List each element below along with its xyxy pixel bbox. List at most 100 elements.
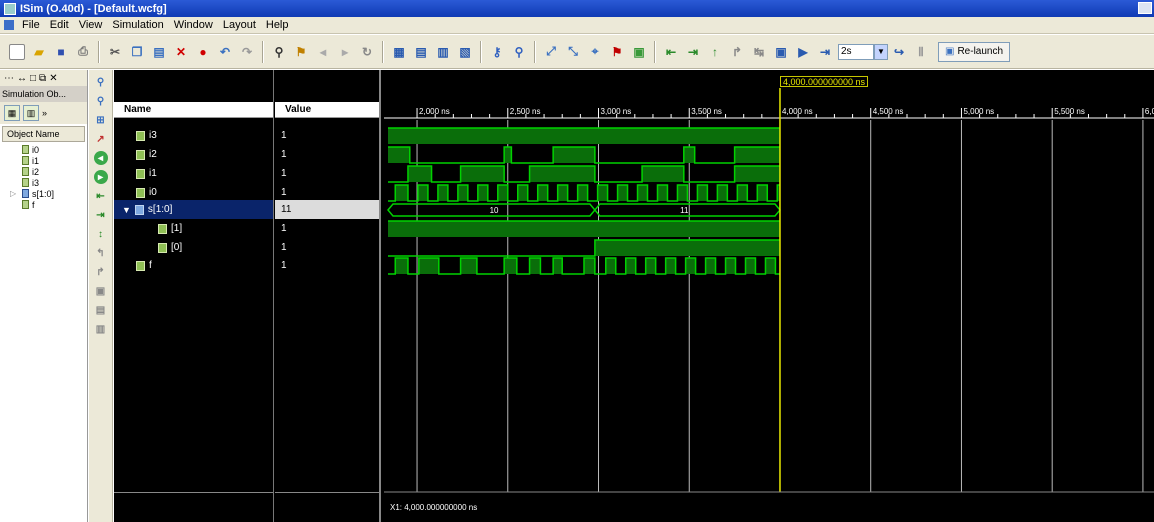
float-icon[interactable]: ▣ (94, 284, 108, 298)
signal-row-f[interactable]: f (114, 256, 273, 275)
signal-row-s1[interactable]: [1] (114, 219, 273, 238)
new-file-icon[interactable] (9, 43, 25, 60)
snap-icon[interactable]: ↱ (94, 265, 108, 279)
panel-maximize-icon[interactable]: □ (30, 73, 36, 84)
panel-menu-icon[interactable]: ⋯ (4, 73, 14, 84)
previous-transition-icon[interactable]: ↑ (707, 44, 723, 60)
tick-label: 6,000 (1145, 107, 1154, 116)
find-icon[interactable]: ⚲ (271, 44, 287, 60)
run-all-icon[interactable]: ▶ (795, 44, 811, 60)
signal-row-s0[interactable]: [0] (114, 238, 273, 257)
break-icon[interactable]: Ⅱ (913, 44, 929, 60)
swap-cursors-icon[interactable]: ↹ (751, 44, 767, 60)
object-name-column-header[interactable]: Object Name (2, 126, 85, 142)
expand-icon[interactable]: ▷ (10, 189, 16, 198)
go-to-time-zero-icon[interactable]: ⇤ (663, 44, 679, 60)
previous-marker-icon[interactable]: ◂ (93, 151, 108, 165)
restart-icon[interactable]: ▣ (773, 44, 789, 60)
zoom-fit-icon[interactable]: ⊞ (94, 113, 108, 127)
zoom-full-icon[interactable]: ⤡ (565, 44, 581, 60)
save-icon[interactable]: ■ (53, 44, 69, 60)
forward-icon[interactable]: ▸ (337, 44, 353, 60)
collapse-icon[interactable]: ▼ (122, 205, 131, 215)
next-transition-icon[interactable]: ↱ (729, 44, 745, 60)
swap-icon[interactable]: ↰ (94, 246, 108, 260)
new-divider-icon[interactable]: ▤ (413, 44, 429, 60)
minimize-button[interactable] (1138, 2, 1152, 14)
copy-icon[interactable]: ❐ (129, 44, 145, 60)
panel-close-icon[interactable]: ✕ (49, 73, 57, 84)
object-item-s[interactable]: ▷ s[1:0] (0, 188, 87, 199)
object-item-i3[interactable]: i3 (0, 177, 87, 188)
signal-row-i3[interactable]: i3 (114, 126, 273, 145)
wave-high-fill-f (553, 258, 563, 274)
panel-restore-icon[interactable]: ↔ (17, 73, 27, 84)
object-item-f[interactable]: f (0, 199, 87, 210)
hierarchy-tab-icon[interactable]: ▦ (4, 105, 20, 121)
zoom-fit-icon[interactable]: ⤢ (543, 44, 559, 60)
signal-row-i1[interactable]: i1 (114, 164, 273, 183)
next-marker-icon[interactable]: ▸ (93, 170, 108, 184)
menu-window[interactable]: Window (169, 19, 218, 31)
settings-icon[interactable]: ▥ (94, 322, 108, 336)
export-icon[interactable]: ▤ (94, 303, 108, 317)
menu-view[interactable]: View (74, 19, 108, 31)
signal-icon (136, 260, 145, 271)
zoom-out-icon[interactable]: ⚲ (511, 44, 527, 60)
signal-row-i2[interactable]: i2 (114, 145, 273, 164)
stop-icon[interactable]: ● (195, 44, 211, 60)
wave-high-fill-i0 (437, 185, 448, 201)
panel-overflow-icon[interactable]: » (42, 108, 47, 118)
zoom-in-icon[interactable]: ⚷ (489, 44, 505, 60)
menu-help[interactable]: Help (261, 19, 294, 31)
refresh-icon[interactable]: ↻ (359, 44, 375, 60)
cursor-time-label[interactable]: 4,000.000000000 ns (779, 76, 869, 87)
cut-icon[interactable]: ✂ (107, 44, 123, 60)
zoom-cursor-icon[interactable]: ⌖ (587, 44, 603, 60)
back-icon[interactable]: ◂ (315, 44, 331, 60)
menu-edit[interactable]: Edit (45, 19, 74, 31)
zoom-out-icon[interactable]: ⚲ (94, 94, 108, 108)
menu-file[interactable]: File (17, 19, 45, 31)
undo-icon[interactable]: ↶ (217, 44, 233, 60)
print-icon[interactable]: ⎙ (75, 44, 91, 60)
waveform-canvas[interactable]: 2,000 ns 2,500 ns 3,000 ns 3,500 ns 4,000 ns… (384, 70, 1154, 522)
run-time-input[interactable]: 2s (838, 43, 874, 60)
new-group-icon[interactable]: ▥ (435, 44, 451, 60)
cursor-to-zero-icon[interactable]: ↗ (94, 132, 108, 146)
menu-layout[interactable]: Layout (218, 19, 261, 31)
align-right-icon[interactable]: ⇥ (94, 208, 108, 222)
name-column-header[interactable]: Name (114, 102, 273, 118)
panel-float-icon[interactable]: ⧉ (39, 73, 46, 84)
find-next-icon[interactable]: ⚑ (293, 44, 309, 60)
run-time-unit-dropdown[interactable]: ▼ (874, 43, 888, 60)
new-virtual-bus-icon[interactable]: ▧ (457, 44, 473, 60)
objects-tab-icon[interactable]: ▥ (23, 105, 39, 121)
value-i1: 1 (281, 168, 287, 179)
signal-icon (22, 156, 29, 165)
add-marker-icon[interactable]: ↕ (94, 227, 108, 241)
object-item-i0[interactable]: i0 (0, 144, 87, 155)
go-to-last-time-icon[interactable]: ⇥ (685, 44, 701, 60)
object-item-i2[interactable]: i2 (0, 166, 87, 177)
align-left-icon[interactable]: ⇤ (94, 189, 108, 203)
marker-icon[interactable]: ⚑ (609, 44, 625, 60)
signal-row-s[interactable]: ▼ s[1:0] (114, 200, 273, 219)
menu-simulation[interactable]: Simulation (107, 19, 168, 31)
wave-high-fill-f (645, 258, 656, 274)
new-wave-config-icon[interactable]: ▦ (391, 44, 407, 60)
zoom-in-icon[interactable]: ⚲ (94, 75, 108, 89)
title-bar: ISim (O.40d) - [Default.wcfg] (0, 0, 1154, 17)
step-icon[interactable]: ↪ (891, 44, 907, 60)
run-for-time-icon[interactable]: ⇥ (817, 44, 833, 60)
open-folder-icon[interactable]: ▰ (31, 44, 47, 60)
wave-high-fill-f (725, 258, 736, 274)
value-column-header[interactable]: Value (275, 102, 379, 118)
add-marker-icon[interactable]: ▣ (631, 44, 647, 60)
object-item-i1[interactable]: i1 (0, 155, 87, 166)
redo-icon[interactable]: ↷ (239, 44, 255, 60)
relaunch-button[interactable]: ▣ Re-launch (938, 41, 1011, 62)
paste-icon[interactable]: ▤ (151, 44, 167, 60)
objects-panel-title[interactable]: Simulation Ob... (0, 86, 87, 102)
delete-icon[interactable]: ✕ (173, 44, 189, 60)
